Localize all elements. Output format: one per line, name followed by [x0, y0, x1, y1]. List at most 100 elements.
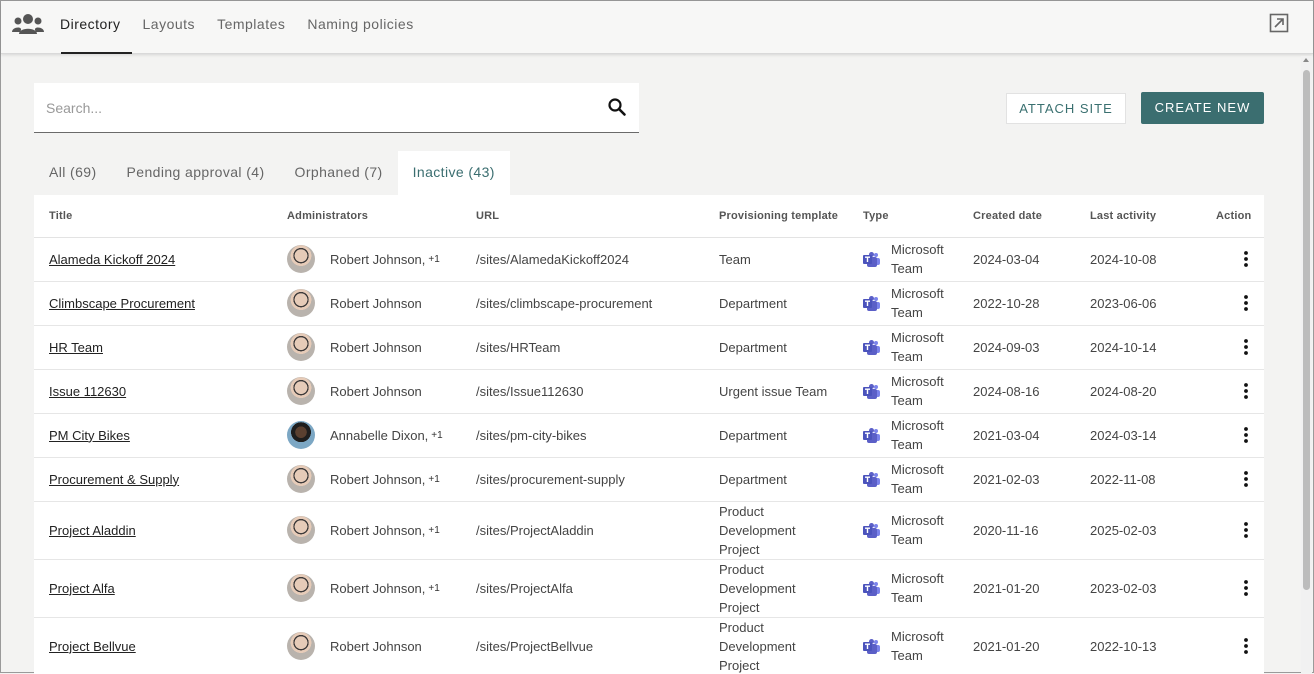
cell-created-date: 2020-11-16 — [958, 501, 1075, 559]
table-row[interactable]: Alameda Kickoff 2024Robert Johnson,+1/si… — [34, 237, 1264, 281]
cell-title: Procurement & Supply — [34, 457, 272, 501]
column-header-title[interactable]: Title — [34, 195, 272, 237]
cell-provisioning-template: Department — [704, 413, 848, 457]
more-actions-icon[interactable] — [1236, 249, 1256, 269]
admin-extra-count[interactable]: +1 — [428, 521, 439, 540]
cell-created-date: 2022-10-28 — [958, 281, 1075, 325]
table-row[interactable]: Issue 112630Robert Johnson/sites/Issue11… — [34, 369, 1264, 413]
admin-extra-count[interactable]: +1 — [428, 470, 439, 489]
site-title-link[interactable]: Project Aladdin — [49, 523, 136, 538]
search-box — [34, 83, 639, 133]
table-row[interactable]: Project AladdinRobert Johnson,+1/sites/P… — [34, 501, 1264, 559]
cell-last-activity: 2024-08-20 — [1075, 369, 1201, 413]
avatar — [287, 333, 315, 361]
cell-action — [1201, 501, 1264, 559]
column-header-provisioning-template[interactable]: Provisioning template — [704, 195, 848, 237]
admin-name: Annabelle Dixon, — [330, 426, 428, 445]
cell-action — [1201, 457, 1264, 501]
cell-administrators: Robert Johnson,+1 — [272, 501, 461, 559]
microsoft-teams-icon — [863, 638, 880, 655]
site-title-link[interactable]: HR Team — [49, 340, 103, 355]
filter-tab-inactive[interactable]: Inactive (43) — [398, 151, 510, 195]
avatar — [287, 421, 315, 449]
more-actions-icon[interactable] — [1236, 425, 1256, 445]
nav-tab-directory[interactable]: Directory — [49, 1, 132, 54]
cell-action — [1201, 325, 1264, 369]
site-title-link[interactable]: Issue 112630 — [49, 384, 126, 399]
template-text: Department — [719, 426, 829, 445]
cell-created-date: 2021-03-04 — [958, 413, 1075, 457]
nav-tab-layouts[interactable]: Layouts — [132, 1, 207, 54]
scroll-up-arrow[interactable] — [1303, 58, 1309, 62]
cell-type: Microsoft Team — [848, 237, 958, 281]
cell-title: Project Alfa — [34, 559, 272, 617]
cell-title: Project Aladdin — [34, 501, 272, 559]
template-text: Team — [719, 250, 829, 269]
admin-extra-count[interactable]: +1 — [428, 250, 439, 269]
cell-type: Microsoft Team — [848, 617, 958, 674]
cell-title: HR Team — [34, 325, 272, 369]
column-header-type[interactable]: Type — [848, 195, 958, 237]
more-actions-icon[interactable] — [1236, 293, 1256, 313]
more-actions-icon[interactable] — [1236, 636, 1256, 656]
open-external-icon[interactable] — [1269, 13, 1289, 33]
microsoft-teams-icon — [863, 471, 880, 488]
main-nav-tabs: Directory Layouts Templates Naming polic… — [49, 1, 425, 54]
scroll-thumb[interactable] — [1303, 70, 1310, 590]
filter-tab-pending-approval[interactable]: Pending approval (4) — [112, 151, 280, 195]
cell-created-date: 2021-02-03 — [958, 457, 1075, 501]
cell-url: /sites/HRTeam — [461, 325, 704, 369]
nav-tab-naming-policies[interactable]: Naming policies — [296, 1, 424, 54]
site-title-link[interactable]: Procurement & Supply — [49, 472, 179, 487]
attach-site-button[interactable]: ATTACH SITE — [1006, 93, 1126, 124]
cell-last-activity: 2022-11-08 — [1075, 457, 1201, 501]
microsoft-teams-icon — [863, 383, 880, 400]
search-input[interactable] — [44, 97, 584, 119]
template-text: Department — [719, 294, 829, 313]
cell-type: Microsoft Team — [848, 369, 958, 413]
create-new-button[interactable]: CREATE NEW — [1141, 92, 1264, 124]
table-row[interactable]: HR TeamRobert Johnson/sites/HRTeamDepart… — [34, 325, 1264, 369]
column-header-url[interactable]: URL — [461, 195, 704, 237]
type-text: Microsoft Team — [891, 511, 951, 549]
table-row[interactable]: Climbscape Procurement Robert Johnson/sit… — [34, 281, 1264, 325]
cell-provisioning-template: Department — [704, 325, 848, 369]
admin-extra-count[interactable]: +1 — [428, 579, 439, 598]
more-actions-icon[interactable] — [1236, 381, 1256, 401]
column-header-created-date[interactable]: Created date — [958, 195, 1075, 237]
table-row[interactable]: Project AlfaRobert Johnson,+1/sites/Proj… — [34, 559, 1264, 617]
cell-provisioning-template: Department — [704, 281, 848, 325]
search-icon[interactable] — [607, 97, 627, 117]
more-actions-icon[interactable] — [1236, 578, 1256, 598]
site-title-link[interactable]: Project Bellvue — [49, 639, 136, 654]
cell-last-activity: 2024-10-08 — [1075, 237, 1201, 281]
cell-title: Project Bellvue — [34, 617, 272, 674]
filter-tab-orphaned[interactable]: Orphaned (7) — [280, 151, 398, 195]
more-actions-icon[interactable] — [1236, 469, 1256, 489]
site-title-link[interactable]: PM City Bikes — [49, 428, 130, 443]
site-title-link[interactable]: Climbscape Procurement — [49, 296, 195, 311]
cell-administrators: Robert Johnson — [272, 281, 461, 325]
table-row[interactable]: Project BellvueRobert Johnson/sites/Proj… — [34, 617, 1264, 674]
filter-tab-all[interactable]: All (69) — [34, 151, 112, 195]
admin-extra-count[interactable]: +1 — [431, 426, 442, 445]
table-row[interactable]: PM City BikesAnnabelle Dixon,+1/sites/pm… — [34, 413, 1264, 457]
more-actions-icon[interactable] — [1236, 520, 1256, 540]
cell-title: Issue 112630 — [34, 369, 272, 413]
site-title-link[interactable]: Alameda Kickoff 2024 — [49, 252, 175, 267]
avatar — [287, 516, 315, 544]
cell-last-activity: 2023-02-03 — [1075, 559, 1201, 617]
cell-action — [1201, 237, 1264, 281]
cell-url: /sites/climbscape-procurement — [461, 281, 704, 325]
scrollbar[interactable] — [1301, 56, 1312, 673]
table-row[interactable]: Procurement & SupplyRobert Johnson,+1/si… — [34, 457, 1264, 501]
more-actions-icon[interactable] — [1236, 337, 1256, 357]
column-header-last-activity[interactable]: Last activity — [1075, 195, 1201, 237]
cell-title: Alameda Kickoff 2024 — [34, 237, 272, 281]
cell-type: Microsoft Team — [848, 325, 958, 369]
microsoft-teams-icon — [863, 251, 880, 268]
cell-url: /sites/Issue112630 — [461, 369, 704, 413]
column-header-administrators[interactable]: Administrators — [272, 195, 461, 237]
nav-tab-templates[interactable]: Templates — [206, 1, 296, 54]
site-title-link[interactable]: Project Alfa — [49, 581, 115, 596]
